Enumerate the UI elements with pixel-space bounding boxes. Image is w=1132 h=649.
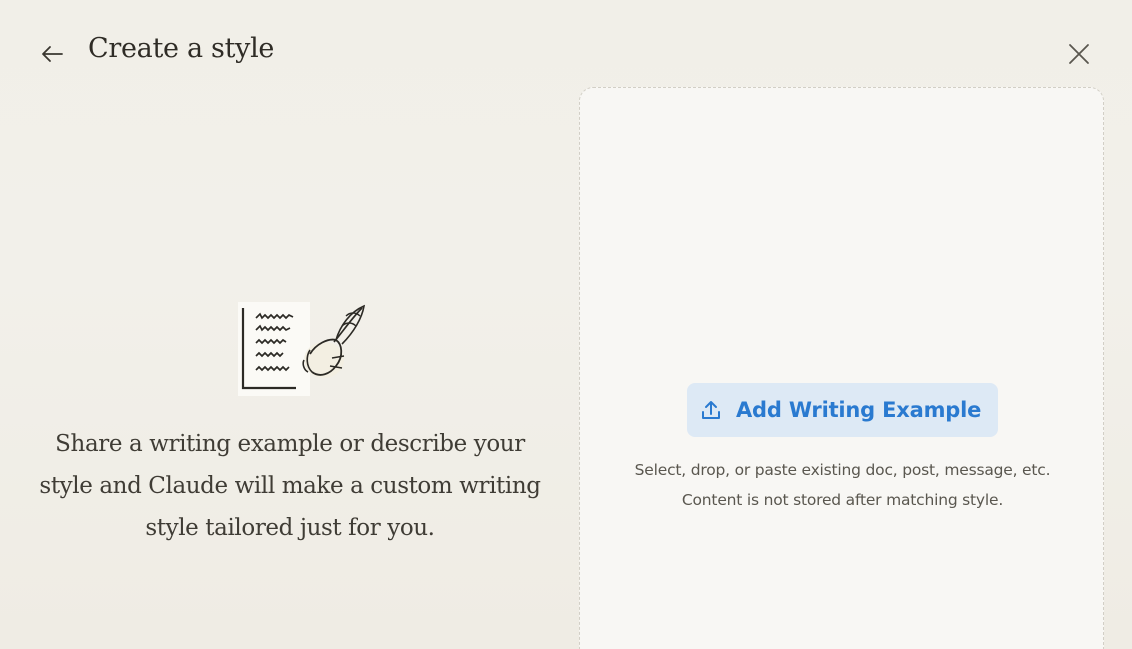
add-writing-example-label: Add Writing Example [736, 398, 982, 422]
upload-hint-line-1: Select, drop, or paste existing doc, pos… [634, 461, 1051, 479]
page-title: Create a style [88, 33, 275, 64]
add-writing-example-button[interactable]: Add Writing Example [687, 383, 998, 437]
handwriting-quill-illustration [238, 302, 366, 396]
arrow-left-icon [42, 46, 63, 62]
writing-example-drop-zone[interactable]: Add Writing Example Select, drop, or pas… [579, 87, 1104, 649]
close-icon [1069, 44, 1089, 64]
intro-description: Share a writing example or describe your… [39, 431, 541, 541]
modal-header: Create a style [0, 0, 1132, 100]
upload-icon [700, 399, 722, 421]
intro-panel: Share a writing example or describe your… [0, 100, 580, 649]
upload-hint: Select, drop, or paste existing doc, pos… [580, 455, 1105, 515]
close-button[interactable] [1062, 38, 1096, 70]
back-button[interactable] [34, 38, 70, 70]
upload-hint-line-2: Content is not stored after matching sty… [681, 491, 1004, 509]
